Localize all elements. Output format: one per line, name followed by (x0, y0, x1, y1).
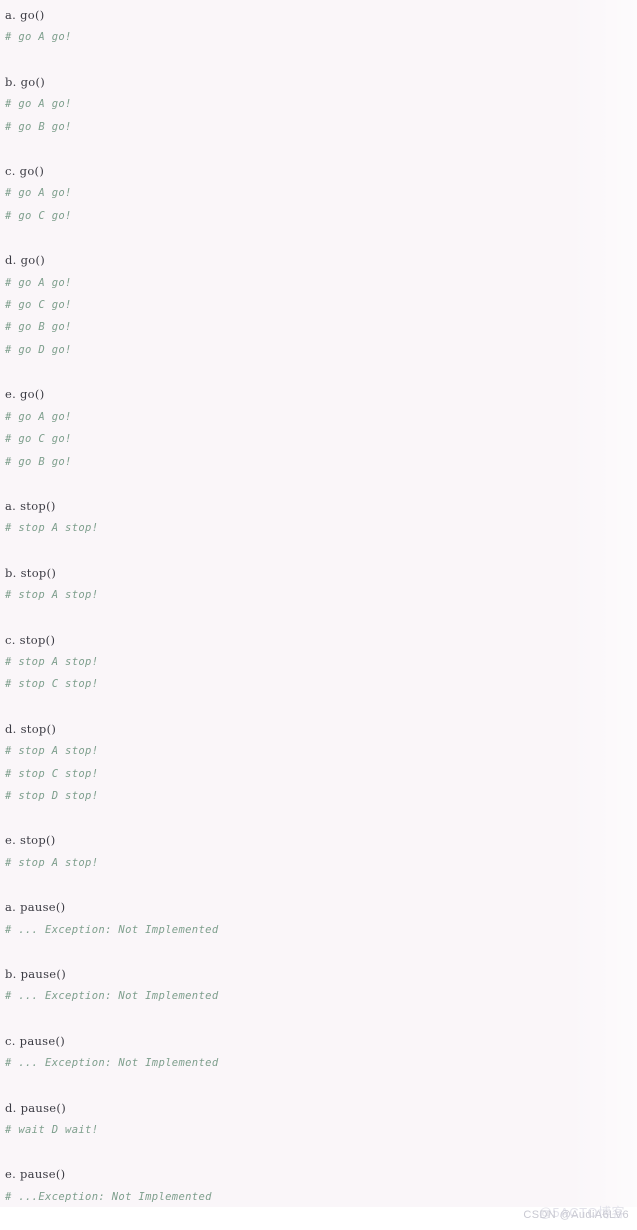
code-block: a. go() # go A go! (0, 4, 637, 49)
code-block: b. stop() # stop A stop! (0, 562, 637, 607)
output-comment-line: # stop A stop! (5, 655, 99, 668)
code-block: a. stop() # stop A stop! (0, 495, 637, 540)
output-comment-line: # stop C stop! (5, 678, 99, 691)
output-comment-line: # go A go! (5, 98, 72, 111)
function-call-line: a. go() (5, 8, 45, 22)
output-comment-line: # go D go! (5, 343, 72, 356)
code-block: e. pause() # ...Exception: Not Implemente… (0, 1163, 637, 1207)
output-comment-line: # go A go! (5, 31, 72, 44)
output-comment-line: # ... Exception: Not Implemented (5, 1057, 219, 1070)
function-call-line: d. pause() (5, 1100, 66, 1115)
code-block: a. pause() # ... Exception: Not Implement… (0, 896, 637, 941)
output-comment-line: # ... Exception: Not Implemented (5, 990, 219, 1003)
output-comment-line: # stop A stop! (5, 745, 99, 758)
csdn-watermark: CSDN @AudiA6LV6 (523, 1209, 629, 1221)
code-block: e. go() # go A go! # go C go! # go B go! (0, 383, 637, 473)
output-comment-line: # stop C stop! (5, 767, 99, 780)
code-block: d. stop() # stop A stop! # stop C stop! # s… (0, 718, 637, 808)
code-output-page: a. go() # go A go! b. go() # go A go! # go B… (0, 0, 637, 1207)
output-comment-line: # go C go! (5, 433, 72, 446)
code-block: c. pause() # ... Exception: Not Implement… (0, 1030, 637, 1075)
function-call-line: e. stop() (5, 833, 56, 848)
function-call-line: e. pause() (5, 1167, 66, 1182)
output-comment-line: # go A go! (5, 187, 72, 200)
function-call-line: d. go() (5, 253, 46, 268)
output-comment-line: # ... Exception: Not Implemented (5, 923, 219, 936)
code-block: d. pause() # wait D wait! (0, 1097, 637, 1142)
output-comment-line: # stop A stop! (5, 522, 99, 535)
function-call-line: c. pause() (5, 1033, 66, 1048)
function-call-line: b. stop() (5, 565, 57, 580)
function-call-line: c. stop() (5, 632, 56, 647)
output-comment-line: # go C go! (5, 299, 72, 312)
function-call-line: a. stop() (5, 498, 56, 513)
code-block: e. stop() # stop A stop! (0, 829, 637, 874)
output-comment-line: # go B go! (5, 120, 72, 133)
output-comment-line: # go B go! (5, 455, 72, 468)
output-comment-line: # stop A stop! (5, 856, 99, 869)
code-block: c. go() # go A go! # go C go! (0, 160, 637, 227)
code-block: b. go() # go A go! # go B go! (0, 71, 637, 138)
function-call-line: c. go() (5, 164, 45, 179)
function-call-line: b. pause() (5, 967, 66, 981)
output-comment-line: # go A go! (5, 276, 72, 289)
output-comment-line: # go B go! (5, 321, 72, 334)
function-call-line: a. pause() (5, 900, 66, 915)
function-call-line: d. stop() (5, 721, 57, 736)
code-block: b. pause() # ... Exception: Not Implement… (0, 963, 637, 1008)
output-comment-line: # stop A stop! (5, 589, 99, 602)
page-footer: @5ACTO博客 CSDN @AudiA6LV6 (0, 1205, 637, 1230)
function-call-line: e. go() (5, 387, 45, 402)
code-block: c. stop() # stop A stop! # stop C stop! (0, 629, 637, 696)
output-comment-line: # go C go! (5, 209, 72, 222)
output-comment-line: # wait D wait! (5, 1124, 99, 1137)
code-block: d. go() # go A go! # go C go! # go B go! # g… (0, 249, 637, 361)
output-comment-line: # go A go! (5, 410, 72, 423)
output-comment-line: # stop D stop! (5, 789, 99, 802)
function-call-line: b. go() (5, 74, 46, 89)
